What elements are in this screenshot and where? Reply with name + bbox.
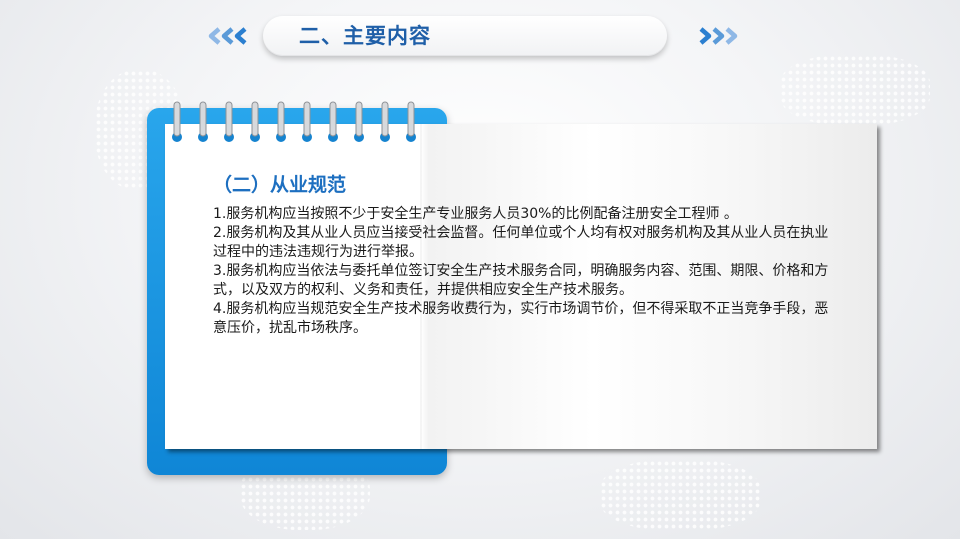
spiral-ring-icon — [326, 101, 340, 144]
content-item: 3.服务机构应当依法与委托单位签订安全生产技术服务合同，明确服务内容、范围、期限… — [213, 263, 829, 298]
map-dots-bottom-right — [600, 460, 760, 530]
content-body: 1.服务机构应当按照不少于安全生产专业服务人员30%的比例配备注册安全工程师 。… — [213, 205, 833, 338]
title-banner: 二、主要内容 — [263, 16, 667, 56]
spiral-ring-icon — [378, 101, 392, 144]
map-dots-top-right — [780, 55, 930, 125]
spiral-ring-icon — [404, 101, 418, 144]
spiral-ring-icon — [222, 101, 236, 144]
section-title: （二）从业规范 — [213, 174, 347, 196]
page-title: 二、主要内容 — [299, 24, 431, 48]
spiral-binding — [168, 100, 428, 146]
spiral-ring-icon — [196, 101, 210, 144]
content-item: 2.服务机构及其从业人员应当接受社会监督。任何单位或个人均有权对服务机构及其从业… — [213, 225, 829, 260]
content-item: 4.服务机构应当规范安全生产技术服务收费行为，实行市场调节价，但不得采取不正当竞… — [213, 301, 829, 336]
spiral-ring-icon — [300, 101, 314, 144]
chevrons-right-icon — [695, 26, 743, 46]
spiral-ring-icon — [274, 101, 288, 144]
spiral-ring-icon — [352, 101, 366, 144]
chevrons-left-icon — [205, 26, 253, 46]
content-item: 1.服务机构应当按照不少于安全生产专业服务人员30%的比例配备注册安全工程师 。 — [213, 206, 738, 222]
spiral-ring-icon — [248, 101, 262, 144]
spiral-ring-icon — [170, 101, 184, 144]
